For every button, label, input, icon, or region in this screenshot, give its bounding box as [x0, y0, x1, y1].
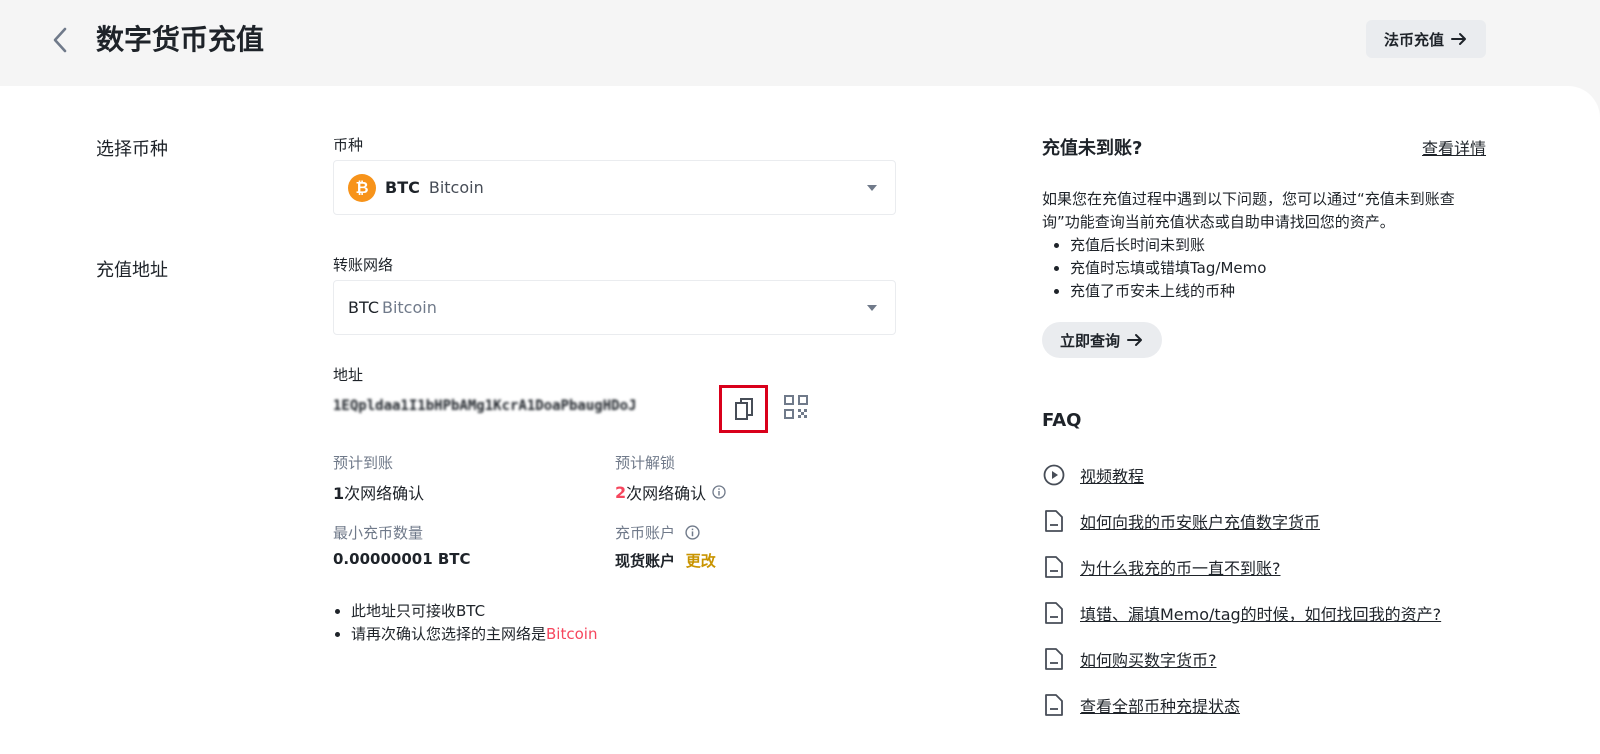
min-deposit-label: 最小充币数量: [333, 524, 424, 542]
deposit-account-value-wrap: 现货账户 更改: [615, 550, 716, 571]
bitcoin-logo-icon: ₿: [348, 173, 376, 202]
document-icon: [1042, 693, 1066, 717]
faq-item-label: 如何购买数字货币?: [1080, 651, 1217, 670]
info-icon[interactable]: [712, 485, 726, 499]
play-circle-icon: [1042, 463, 1066, 487]
qr-code-icon: [784, 395, 808, 419]
coin-select[interactable]: ₿ BTC Bitcoin: [333, 160, 896, 215]
expected-unlock-value: 2 次网络确认: [615, 480, 726, 504]
not-arrived-title: 充值未到账?: [1042, 138, 1143, 159]
network-select[interactable]: BTC Bitcoin: [333, 280, 896, 335]
expected-arrival-count: 1: [333, 484, 345, 503]
deposit-address-value[interactable]: 1EQpldaa1I1bHPbAMg1KcrA1DoaPbaugHDoJ: [333, 398, 699, 418]
fiat-deposit-label: 法币充值: [1383, 30, 1444, 49]
address-notes: 此地址只可接收BTC 请再次确认您选择的主网络是Bitcoin: [351, 600, 597, 646]
document-icon: [1042, 509, 1066, 533]
faq-item-label: 如何向我的币安账户充值数字货币: [1080, 513, 1321, 532]
network-field-label: 转账网络: [333, 256, 394, 274]
faq-item-how-to-deposit[interactable]: 如何向我的币安账户充值数字货币: [1042, 508, 1320, 534]
issue-item: 充值了币安未上线的币种: [1070, 280, 1266, 303]
faq-item-label: 填错、漏填Memo/tag的时候，如何找回我的资产?: [1080, 605, 1442, 624]
issue-list: 充值后长时间未到账 充值时忘填或错填Tag/Memo 充值了币安未上线的币种: [1070, 234, 1266, 303]
copy-icon: [734, 398, 753, 420]
deposit-account-label: 充币账户: [615, 524, 676, 542]
qr-code-button[interactable]: [783, 394, 809, 420]
document-icon: [1042, 555, 1066, 579]
caret-down-icon: [867, 305, 877, 311]
change-account-link[interactable]: 更改: [686, 552, 716, 570]
issue-item: 充值后长时间未到账: [1070, 234, 1266, 257]
expected-arrival-label: 预计到账: [333, 454, 394, 472]
query-now-button[interactable]: 立即查询: [1042, 322, 1162, 358]
faq-item-video-tutorial[interactable]: 视频教程: [1042, 462, 1144, 488]
note-item: 请再次确认您选择的主网络是Bitcoin: [351, 623, 597, 646]
view-details-link[interactable]: 查看详情: [1422, 135, 1486, 159]
expected-arrival-text: 次网络确认: [344, 484, 425, 503]
document-icon: [1042, 601, 1066, 625]
expected-unlock-text: 次网络确认: [626, 484, 707, 503]
coin-field-label: 币种: [333, 136, 364, 154]
coin-name: Bitcoin: [428, 178, 484, 197]
deposit-address-label: 充值地址: [96, 260, 168, 281]
arrow-right-icon: [1451, 33, 1466, 45]
arrow-right-icon: [1127, 334, 1142, 346]
document-icon: [1042, 647, 1066, 671]
note-item: 此地址只可接收BTC: [351, 600, 597, 623]
address-label: 地址: [333, 366, 364, 384]
network-name: Bitcoin: [381, 298, 437, 317]
chevron-left-icon: [53, 27, 67, 53]
select-coin-label: 选择币种: [96, 139, 168, 160]
note-text: 请再次确认您选择的主网络是: [351, 625, 547, 643]
copy-address-button[interactable]: [719, 385, 768, 433]
faq-item-how-to-buy[interactable]: 如何购买数字货币?: [1042, 646, 1217, 672]
page-header: 数字货币充值 法币充值: [0, 0, 1600, 88]
info-icon[interactable]: [685, 525, 700, 540]
fiat-deposit-button[interactable]: 法币充值: [1366, 20, 1486, 58]
min-deposit-value: 0.00000001 BTC: [333, 550, 471, 568]
faq-item-label: 查看全部币种充提状态: [1080, 697, 1241, 716]
deposit-account-label-wrap: 充币账户: [615, 522, 700, 543]
note-network-highlight: Bitcoin: [546, 625, 598, 643]
page-title: 数字货币充值: [96, 23, 265, 56]
expected-unlock-label: 预计解锁: [615, 454, 676, 472]
back-button[interactable]: [46, 22, 74, 58]
faq-item-label: 视频教程: [1080, 467, 1145, 486]
caret-down-icon: [867, 185, 877, 191]
faq-title: FAQ: [1042, 410, 1082, 431]
expected-arrival-value: 1次网络确认: [333, 480, 424, 504]
faq-item-not-arrived[interactable]: 为什么我充的币一直不到账?: [1042, 554, 1281, 580]
network-symbol: BTC: [348, 298, 379, 317]
issue-item: 充值时忘填或错填Tag/Memo: [1070, 257, 1266, 280]
deposit-account-value: 现货账户: [615, 552, 676, 570]
not-arrived-description: 如果您在充值过程中遇到以下问题，您可以通过“充值未到账查询”功能查询当前充值状态…: [1042, 190, 1455, 231]
faq-item-all-coin-status[interactable]: 查看全部币种充提状态: [1042, 692, 1240, 718]
faq-item-wrong-memo[interactable]: 填错、漏填Memo/tag的时候，如何找回我的资产?: [1042, 600, 1441, 626]
query-now-label: 立即查询: [1059, 331, 1120, 350]
coin-symbol: BTC: [385, 178, 420, 197]
expected-unlock-count: 2: [615, 482, 627, 502]
faq-item-label: 为什么我充的币一直不到账?: [1080, 559, 1281, 578]
